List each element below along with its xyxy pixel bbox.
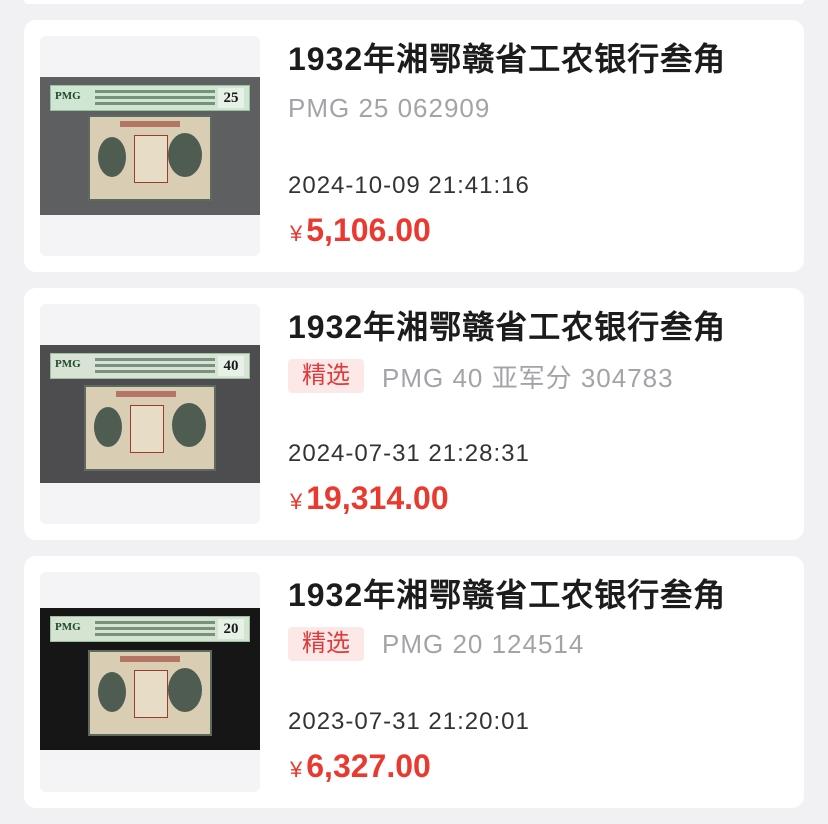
slab-grade: 40 <box>218 356 244 376</box>
listing-date: 2024-07-31 21:28:31 <box>288 440 530 467</box>
listing-title[interactable]: 1932年湘鄂赣省工农银行叁角 <box>288 34 726 80</box>
graded-slab-image: PMG 25 <box>40 77 260 215</box>
portrait-image <box>94 407 122 447</box>
graded-slab-image: PMG 40 <box>40 345 260 483</box>
slab-grade: 20 <box>218 619 244 639</box>
emblem-image <box>172 403 206 447</box>
listing-title[interactable]: 1932年湘鄂赣省工农银行叁角 <box>288 570 726 616</box>
previous-card-edge <box>24 0 804 4</box>
portrait-image <box>98 672 126 712</box>
slab-label: PMG 20 <box>50 616 250 642</box>
pmg-logo: PMG <box>55 90 81 102</box>
price-value: 6,327.00 <box>306 748 431 784</box>
portrait-image <box>98 137 126 177</box>
banknote-thumbnail[interactable]: PMG 40 <box>40 304 260 524</box>
currency-symbol: ¥ <box>290 221 303 246</box>
banknote <box>84 385 216 471</box>
banknote <box>88 650 212 736</box>
emblem-image <box>168 133 202 177</box>
currency-symbol: ¥ <box>290 757 303 782</box>
listing-meta: 精选 PMG 40 亚军分 304783 <box>288 358 674 394</box>
listing-title[interactable]: 1932年湘鄂赣省工农银行叁角 <box>288 302 726 348</box>
featured-badge: 精选 <box>288 627 364 661</box>
listing-card[interactable]: PMG 20 1932年湘鄂赣省工农银行叁角 精选 PMG 20 124514 … <box>24 556 804 808</box>
listing-card[interactable]: PMG 40 1932年湘鄂赣省工农银行叁角 精选 PMG 40 亚军分 304… <box>24 288 804 540</box>
listing-card[interactable]: PMG 25 1932年湘鄂赣省工农银行叁角 PMG 25 062909 202… <box>24 20 804 272</box>
slab-grade: 25 <box>218 88 244 108</box>
pmg-logo: PMG <box>55 621 81 633</box>
slab-label: PMG 40 <box>50 353 250 379</box>
listing-meta: 精选 PMG 20 124514 <box>288 626 584 662</box>
grade-text: PMG 40 亚军分 304783 <box>382 362 674 393</box>
grade-text: PMG 20 124514 <box>382 628 585 659</box>
listing-price: ¥19,314.00 <box>290 480 449 517</box>
banknote-thumbnail[interactable]: PMG 25 <box>40 36 260 256</box>
price-value: 19,314.00 <box>306 480 449 516</box>
listing-price: ¥6,327.00 <box>290 748 431 785</box>
featured-badge: 精选 <box>288 359 364 393</box>
listing-price: ¥5,106.00 <box>290 212 431 249</box>
listing-list: PMG 25 1932年湘鄂赣省工农银行叁角 PMG 25 062909 202… <box>24 20 804 824</box>
listing-date: 2024-10-09 21:41:16 <box>288 172 530 199</box>
listing-meta: PMG 25 062909 <box>288 90 490 126</box>
listing-date: 2023-07-31 21:20:01 <box>288 708 530 735</box>
banknote <box>88 115 212 201</box>
grade-text: PMG 25 062909 <box>288 92 491 123</box>
slab-label: PMG 25 <box>50 85 250 111</box>
currency-symbol: ¥ <box>290 489 303 514</box>
graded-slab-image: PMG 20 <box>40 608 260 750</box>
banknote-thumbnail[interactable]: PMG 20 <box>40 572 260 792</box>
pmg-logo: PMG <box>55 358 81 370</box>
emblem-image <box>168 668 202 712</box>
price-value: 5,106.00 <box>306 212 431 248</box>
